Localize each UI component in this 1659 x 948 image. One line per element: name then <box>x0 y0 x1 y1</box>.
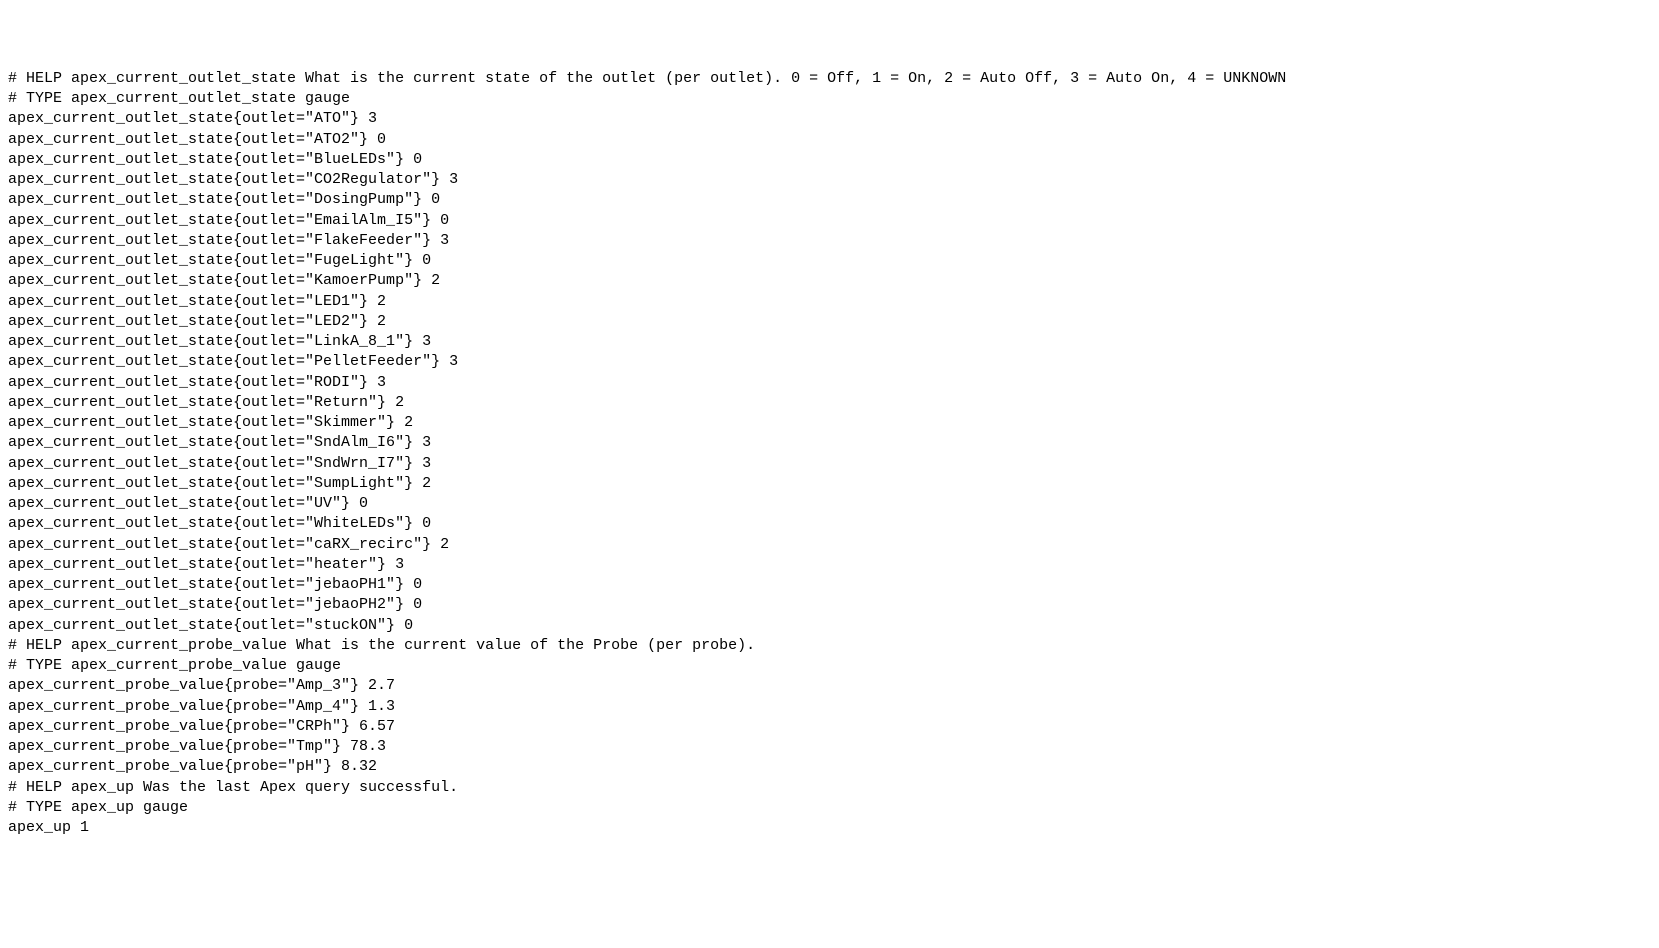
outlet-state-entry: apex_current_outlet_state{outlet="WhiteL… <box>8 514 1651 534</box>
outlet-state-entry: apex_current_outlet_state{outlet="SumpLi… <box>8 474 1651 494</box>
outlet-state-entry: apex_current_outlet_state{outlet="Dosing… <box>8 190 1651 210</box>
outlet-state-help: # HELP apex_current_outlet_state What is… <box>8 69 1651 89</box>
outlet-state-type: # TYPE apex_current_outlet_state gauge <box>8 89 1651 109</box>
probe-value-entry: apex_current_probe_value{probe="pH"} 8.3… <box>8 757 1651 777</box>
outlet-state-entry: apex_current_outlet_state{outlet="LED2"}… <box>8 312 1651 332</box>
outlet-state-entry: apex_current_outlet_state{outlet="RODI"}… <box>8 373 1651 393</box>
outlet-state-entry: apex_current_outlet_state{outlet="Skimme… <box>8 413 1651 433</box>
outlet-state-entry: apex_current_outlet_state{outlet="SndWrn… <box>8 454 1651 474</box>
probe-value-entry: apex_current_probe_value{probe="Amp_3"} … <box>8 676 1651 696</box>
outlet-state-entry: apex_current_outlet_state{outlet="UV"} 0 <box>8 494 1651 514</box>
outlet-state-entry: apex_current_outlet_state{outlet="Pellet… <box>8 352 1651 372</box>
outlet-state-entry: apex_current_outlet_state{outlet="Kamoer… <box>8 271 1651 291</box>
probe-value-help: # HELP apex_current_probe_value What is … <box>8 636 1651 656</box>
outlet-state-entry: apex_current_outlet_state{outlet="Return… <box>8 393 1651 413</box>
outlet-state-entry: apex_current_outlet_state{outlet="LinkA_… <box>8 332 1651 352</box>
outlet-state-entry: apex_current_outlet_state{outlet="SndAlm… <box>8 433 1651 453</box>
metrics-text-block: # HELP apex_current_outlet_state What is… <box>8 69 1651 839</box>
outlet-state-entry: apex_current_outlet_state{outlet="EmailA… <box>8 211 1651 231</box>
outlet-state-entry: apex_current_outlet_state{outlet="BlueLE… <box>8 150 1651 170</box>
probe-value-entry: apex_current_probe_value{probe="CRPh"} 6… <box>8 717 1651 737</box>
apex-up-help: # HELP apex_up Was the last Apex query s… <box>8 778 1651 798</box>
apex-up-entry: apex_up 1 <box>8 818 1651 838</box>
outlet-state-entry: apex_current_outlet_state{outlet="caRX_r… <box>8 535 1651 555</box>
outlet-state-entry: apex_current_outlet_state{outlet="jebaoP… <box>8 575 1651 595</box>
probe-value-type: # TYPE apex_current_probe_value gauge <box>8 656 1651 676</box>
outlet-state-entry: apex_current_outlet_state{outlet="ATO2"}… <box>8 130 1651 150</box>
outlet-state-entry: apex_current_outlet_state{outlet="LED1"}… <box>8 292 1651 312</box>
outlet-state-entry: apex_current_outlet_state{outlet="FugeLi… <box>8 251 1651 271</box>
probe-value-entry: apex_current_probe_value{probe="Tmp"} 78… <box>8 737 1651 757</box>
outlet-state-entry: apex_current_outlet_state{outlet="jebaoP… <box>8 595 1651 615</box>
outlet-state-entry: apex_current_outlet_state{outlet="ATO"} … <box>8 109 1651 129</box>
apex-up-type: # TYPE apex_up gauge <box>8 798 1651 818</box>
outlet-state-entry: apex_current_outlet_state{outlet="CO2Reg… <box>8 170 1651 190</box>
probe-value-entry: apex_current_probe_value{probe="Amp_4"} … <box>8 697 1651 717</box>
outlet-state-entry: apex_current_outlet_state{outlet="heater… <box>8 555 1651 575</box>
outlet-state-entry: apex_current_outlet_state{outlet="FlakeF… <box>8 231 1651 251</box>
outlet-state-entry: apex_current_outlet_state{outlet="stuckO… <box>8 616 1651 636</box>
